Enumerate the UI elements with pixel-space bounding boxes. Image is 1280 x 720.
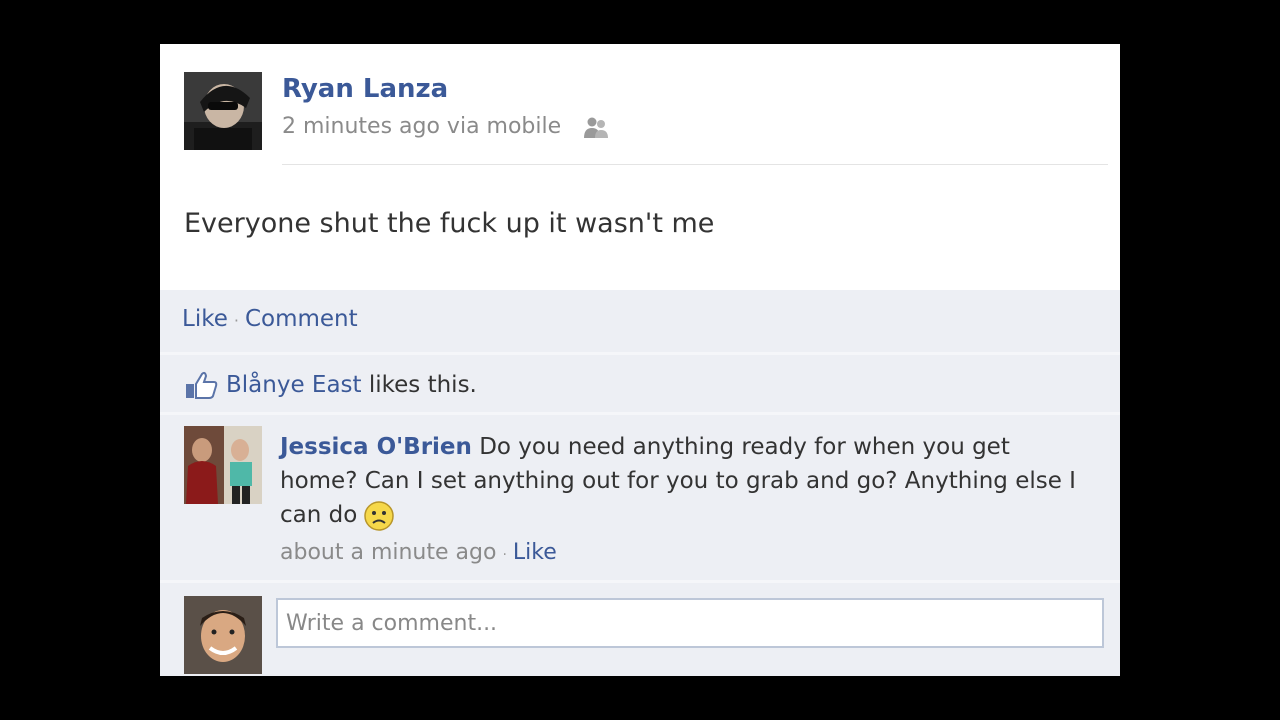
- post-header: Ryan Lanza 2 minutes ago via mobile Ever…: [160, 44, 1120, 290]
- comment-timestamp[interactable]: about a minute ago: [280, 540, 496, 565]
- header-divider: [282, 164, 1108, 165]
- comment-author-name[interactable]: Jessica O'Brien: [280, 434, 472, 460]
- post-card: Ryan Lanza 2 minutes ago via mobile Ever…: [160, 44, 1120, 676]
- row-divider: [160, 412, 1120, 415]
- feedback-section: Like · Comment Blånye East likes this. J…: [160, 290, 1120, 676]
- comment-meta: about a minute ago · Like: [280, 540, 557, 565]
- liker-name[interactable]: Blånye East: [226, 372, 362, 398]
- likes-summary: Blånye East likes this.: [184, 370, 477, 400]
- action-separator: ·: [233, 311, 239, 330]
- comment-link[interactable]: Comment: [245, 306, 358, 332]
- thumbs-up-icon: [186, 371, 218, 399]
- like-link[interactable]: Like: [182, 306, 228, 332]
- post-message: Everyone shut the fuck up it wasn't me: [184, 208, 715, 239]
- comment-body: Jessica O'Brien Do you need anything rea…: [280, 430, 1080, 532]
- row-divider: [160, 580, 1120, 583]
- comment-like-link[interactable]: Like: [513, 540, 557, 565]
- viewer-avatar: [184, 596, 262, 674]
- post-actions: Like · Comment: [182, 306, 358, 332]
- sad-face-icon: [364, 500, 395, 531]
- post-timestamp[interactable]: 2 minutes ago via mobile: [282, 114, 561, 139]
- commenter-avatar[interactable]: [184, 426, 262, 504]
- comment-input[interactable]: [276, 598, 1104, 648]
- likes-suffix: likes this.: [368, 372, 477, 398]
- comment-separator: ·: [502, 547, 507, 563]
- author-avatar[interactable]: [184, 72, 262, 150]
- row-divider: [160, 352, 1120, 355]
- people-icon: [584, 117, 608, 138]
- post-author-name[interactable]: Ryan Lanza: [282, 74, 448, 104]
